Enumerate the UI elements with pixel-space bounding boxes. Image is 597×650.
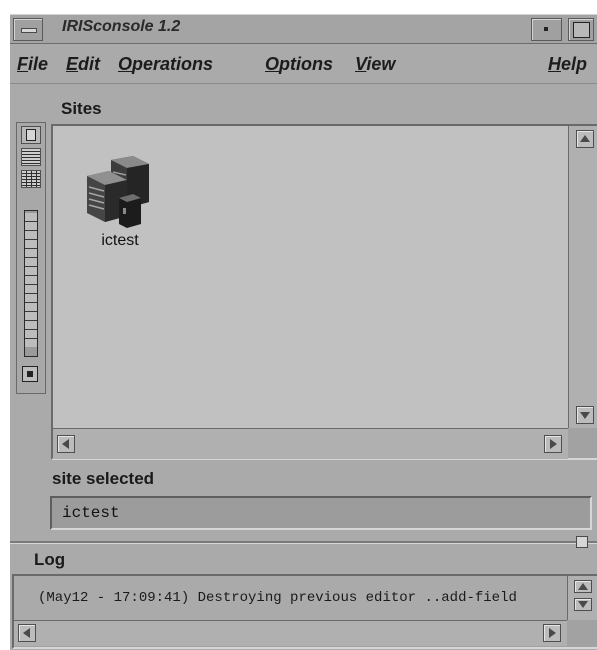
sites-heading: Sites xyxy=(61,99,102,118)
menu-help[interactable]: Help xyxy=(548,54,587,75)
menu-file[interactable]: File xyxy=(17,54,48,75)
menu-view-mnemonic: V xyxy=(355,54,367,74)
menu-help-label: elp xyxy=(561,54,588,74)
detail-view-icon[interactable] xyxy=(21,170,41,188)
scroll-up-icon[interactable] xyxy=(576,130,594,148)
log-scroll-left-icon[interactable] xyxy=(18,624,36,642)
log-scroll-right-icon[interactable] xyxy=(543,624,561,642)
site-selected-field[interactable]: ictest xyxy=(50,496,592,530)
log-vertical-scrollbar[interactable] xyxy=(567,576,597,620)
icon-view-icon[interactable] xyxy=(21,126,41,144)
sites-vertical-scrollbar[interactable] xyxy=(568,126,597,428)
menu-options-mnemonic: O xyxy=(265,54,280,74)
scroll-left-icon[interactable] xyxy=(57,435,75,453)
menu-operations[interactable]: Operations xyxy=(118,54,213,75)
sites-canvas[interactable]: ictest xyxy=(53,126,568,428)
minimize-button[interactable] xyxy=(531,18,562,41)
server-icon xyxy=(87,156,149,228)
maximize-button[interactable] xyxy=(568,18,594,41)
scroll-right-icon[interactable] xyxy=(544,435,562,453)
site-selected-label: site selected xyxy=(52,469,155,488)
menu-operations-label: perations xyxy=(132,54,214,74)
menu-edit-mnemonic: E xyxy=(66,54,79,74)
menu-bar: File Edit Operations Options View Help xyxy=(10,45,597,84)
menu-view-label: iew xyxy=(366,54,396,74)
slider-stop-icon[interactable] xyxy=(22,366,38,382)
scroll-corner xyxy=(568,428,597,458)
log-horizontal-scrollbar[interactable] xyxy=(14,620,567,646)
menu-options-label: ptions xyxy=(279,54,334,74)
menu-file-label: ile xyxy=(28,54,49,74)
menu-operations-mnemonic: O xyxy=(118,54,133,74)
log-heading: Log xyxy=(34,550,66,569)
icon-size-slider[interactable] xyxy=(24,210,38,357)
log-panel: (May12 - 17:09:41) Destroying previous e… xyxy=(12,574,597,649)
irisconsole-window: IRISconsole 1.2 File Edit Operations Opt… xyxy=(10,14,597,650)
log-scroll-up-icon[interactable] xyxy=(574,580,592,593)
sash-handle[interactable] xyxy=(576,536,588,548)
menu-file-mnemonic: F xyxy=(17,54,28,74)
menu-edit[interactable]: Edit xyxy=(66,54,100,75)
title-bar[interactable]: IRISconsole 1.2 xyxy=(10,14,597,44)
view-selector xyxy=(16,122,46,394)
menu-options[interactable]: Options xyxy=(265,54,333,75)
menu-view[interactable]: View xyxy=(355,54,395,75)
list-view-icon[interactable] xyxy=(21,148,41,166)
window-title: IRISconsole 1.2 xyxy=(62,18,181,35)
site-item-ictest[interactable]: ictest xyxy=(81,154,161,250)
menu-help-mnemonic: H xyxy=(548,54,561,74)
window-menu-button[interactable] xyxy=(13,18,43,41)
scroll-down-icon[interactable] xyxy=(576,406,594,424)
log-message: (May12 - 17:09:41) Destroying previous e… xyxy=(14,576,567,620)
icon-size-slider-thumb[interactable] xyxy=(25,213,37,347)
pane-sash[interactable] xyxy=(10,541,597,544)
log-scroll-down-icon[interactable] xyxy=(574,598,592,611)
sites-panel: ictest xyxy=(51,124,597,460)
sites-horizontal-scrollbar[interactable] xyxy=(53,428,568,459)
menu-edit-label: dit xyxy=(78,54,101,74)
site-label: ictest xyxy=(101,232,139,249)
